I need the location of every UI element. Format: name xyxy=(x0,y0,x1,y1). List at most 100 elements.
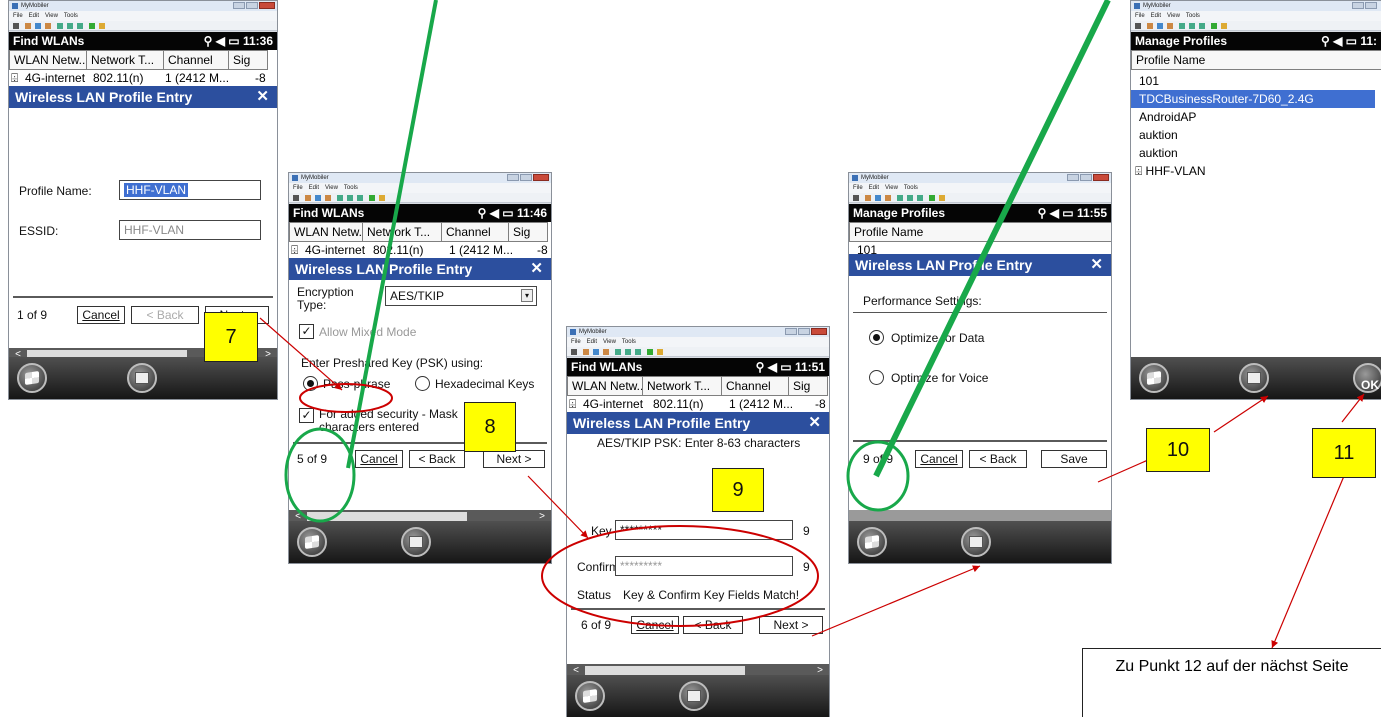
col-wlan-network[interactable]: WLAN Netw... xyxy=(289,222,363,242)
tool-icon[interactable] xyxy=(1147,23,1153,29)
keyboard-button[interactable] xyxy=(401,527,431,557)
tool-icon[interactable] xyxy=(625,349,631,355)
cancel-button[interactable]: Cancel xyxy=(915,450,963,468)
tool-icon[interactable] xyxy=(305,195,311,201)
windows-start-button[interactable] xyxy=(17,363,47,393)
col-network-type[interactable]: Network T... xyxy=(86,50,164,70)
tool-icon[interactable] xyxy=(1189,23,1195,29)
tool-icon[interactable] xyxy=(369,195,375,201)
cancel-button[interactable]: Cancel xyxy=(631,616,679,634)
back-button[interactable]: < Back xyxy=(683,616,743,634)
tool-icon[interactable] xyxy=(1199,23,1205,29)
tool-icon[interactable] xyxy=(325,195,331,201)
close-button[interactable] xyxy=(533,174,549,181)
tool-icon[interactable] xyxy=(67,23,73,29)
maximize-button[interactable] xyxy=(1080,174,1092,181)
tool-icon[interactable] xyxy=(917,195,923,201)
col-wlan-network[interactable]: WLAN Netw... xyxy=(9,50,87,70)
tool-icon[interactable] xyxy=(45,23,51,29)
tool-icon[interactable] xyxy=(647,349,653,355)
menu-tools[interactable]: Tools xyxy=(904,185,918,191)
tool-icon[interactable] xyxy=(593,349,599,355)
close-button[interactable] xyxy=(811,328,827,335)
cancel-button[interactable]: Cancel xyxy=(355,450,403,468)
tool-icon[interactable] xyxy=(347,195,353,201)
col-channel[interactable]: Channel xyxy=(441,222,509,242)
allow-mixed-mode-checkbox[interactable]: ✓ xyxy=(299,324,314,339)
tool-icon[interactable] xyxy=(89,23,95,29)
col-profile-name[interactable]: Profile Name xyxy=(849,222,1111,242)
minimize-button[interactable] xyxy=(1352,2,1364,9)
chevron-down-icon[interactable]: ▾ xyxy=(521,289,533,302)
confirm-key-input[interactable]: ********* xyxy=(615,556,793,576)
maximize-button[interactable] xyxy=(1365,2,1377,9)
menu-file[interactable]: File xyxy=(571,339,581,345)
maximize-button[interactable] xyxy=(798,328,810,335)
wlan-row[interactable]: ⌹ 4G-internet 802.11(n) 1 (2412 M... -8 xyxy=(567,396,829,412)
menu-view[interactable]: View xyxy=(325,185,338,191)
col-profile-name[interactable]: Profile Name xyxy=(1131,50,1381,70)
menu-view[interactable]: View xyxy=(45,13,58,19)
tool-icon[interactable] xyxy=(603,349,609,355)
back-button[interactable]: < Back xyxy=(969,450,1027,468)
keyboard-button[interactable] xyxy=(679,681,709,711)
keyboard-button[interactable] xyxy=(1239,363,1269,393)
windows-start-button[interactable] xyxy=(297,527,327,557)
keyboard-button[interactable] xyxy=(127,363,157,393)
profile-item[interactable]: auktion xyxy=(1131,144,1381,162)
next-button[interactable]: Next > xyxy=(483,450,545,468)
menu-edit[interactable]: Edit xyxy=(587,339,597,345)
menu-tools[interactable]: Tools xyxy=(344,185,358,191)
optimize-data-radio[interactable] xyxy=(869,330,884,345)
profile-name-input[interactable]: HHF-VLAN xyxy=(119,180,261,200)
tool-icon[interactable] xyxy=(77,23,83,29)
tool-icon[interactable] xyxy=(929,195,935,201)
tool-icon[interactable] xyxy=(293,195,299,201)
close-icon[interactable]: ✕ xyxy=(256,86,269,108)
tool-icon[interactable] xyxy=(1211,23,1217,29)
encryption-type-select[interactable]: AES/TKIP ▾ xyxy=(385,286,537,306)
tool-icon[interactable] xyxy=(885,195,891,201)
tool-icon[interactable] xyxy=(357,195,363,201)
hexadecimal-radio[interactable] xyxy=(415,376,430,391)
col-signal[interactable]: Sig xyxy=(788,376,828,396)
essid-input[interactable]: HHF-VLAN xyxy=(119,220,261,240)
key-input[interactable]: ********* xyxy=(615,520,793,540)
back-button[interactable]: < Back xyxy=(409,450,465,468)
wlan-row[interactable]: ⌹ 4G-internet 802.11(n) 1 (2412 M... -8 xyxy=(289,242,551,258)
tool-icon[interactable] xyxy=(1157,23,1163,29)
tool-icon[interactable] xyxy=(379,195,385,201)
profile-item[interactable]: auktion xyxy=(1131,126,1381,144)
profile-item[interactable]: AndroidAP xyxy=(1131,108,1381,126)
menu-edit[interactable]: Edit xyxy=(869,185,879,191)
menu-tools[interactable]: Tools xyxy=(64,13,78,19)
wlan-row[interactable]: ⌹ 4G-internet 802.11(n) 1 (2412 M... -8 xyxy=(9,70,277,86)
menu-edit[interactable]: Edit xyxy=(309,185,319,191)
back-button[interactable]: < Back xyxy=(131,306,199,324)
close-icon[interactable]: ✕ xyxy=(808,412,821,434)
minimize-button[interactable] xyxy=(507,174,519,181)
tool-icon[interactable] xyxy=(1167,23,1173,29)
tool-icon[interactable] xyxy=(1135,23,1141,29)
tool-icon[interactable] xyxy=(99,23,105,29)
close-button[interactable] xyxy=(1093,174,1109,181)
profile-item[interactable]: ⌹ HHF-VLAN xyxy=(1131,162,1381,180)
close-button[interactable] xyxy=(259,2,275,9)
tool-icon[interactable] xyxy=(897,195,903,201)
tool-icon[interactable] xyxy=(939,195,945,201)
windows-start-button[interactable] xyxy=(575,681,605,711)
tool-icon[interactable] xyxy=(907,195,913,201)
col-signal[interactable]: Sig xyxy=(228,50,268,70)
menu-file[interactable]: File xyxy=(853,185,863,191)
minimize-button[interactable] xyxy=(785,328,797,335)
col-network-type[interactable]: Network T... xyxy=(362,222,442,242)
tool-icon[interactable] xyxy=(57,23,63,29)
menu-file[interactable]: File xyxy=(293,185,303,191)
tool-icon[interactable] xyxy=(635,349,641,355)
windows-start-button[interactable] xyxy=(1139,363,1169,393)
tool-icon[interactable] xyxy=(583,349,589,355)
ok-button[interactable]: OK xyxy=(1353,363,1381,393)
col-wlan-network[interactable]: WLAN Netw... xyxy=(567,376,643,396)
menu-view[interactable]: View xyxy=(885,185,898,191)
col-channel[interactable]: Channel xyxy=(163,50,229,70)
